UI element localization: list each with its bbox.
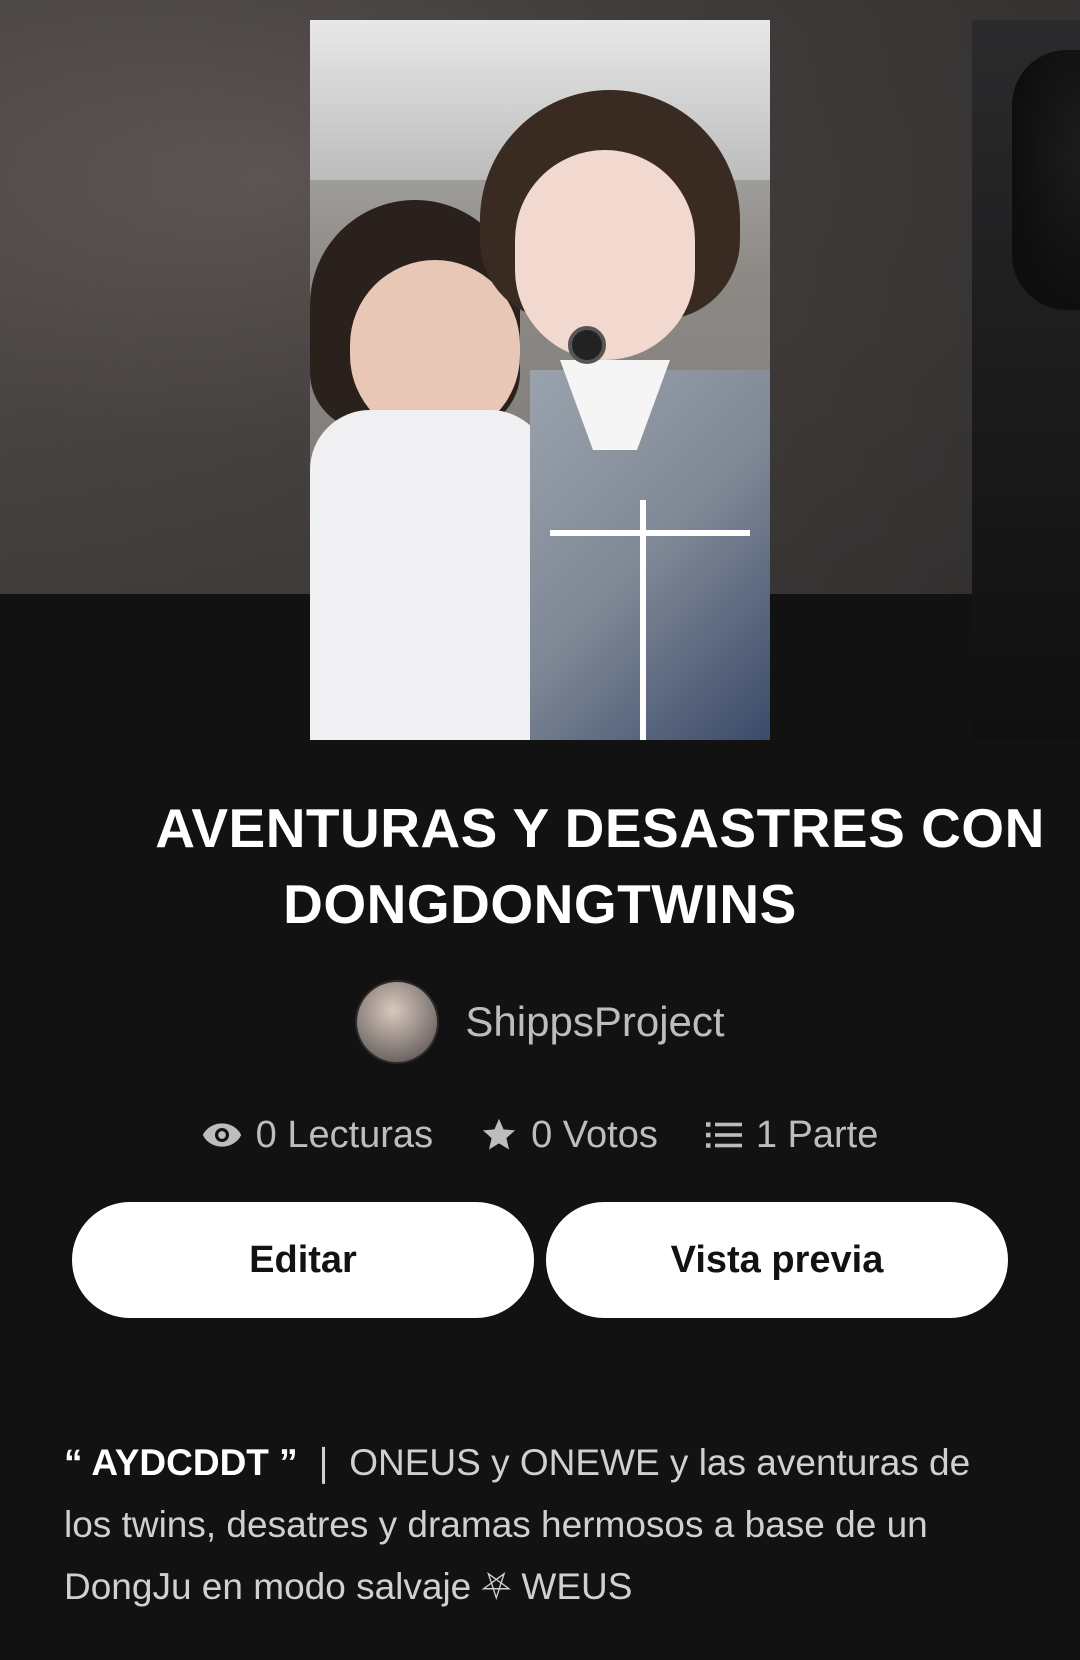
story-title-line-1: AVENTURAS Y DESASTRES CON xyxy=(155,797,1045,859)
eye-icon xyxy=(202,1123,241,1147)
story-description: “ AYDCDDT ” ❘ ONEUS y ONEWE y las aventu… xyxy=(64,1432,1024,1618)
author-name[interactable]: ShippsProject xyxy=(465,998,724,1046)
list-icon xyxy=(705,1122,742,1148)
story-title-line-2: DONGDONGTWINS xyxy=(283,873,797,935)
edit-button[interactable]: Editar xyxy=(72,1202,534,1318)
parts-count: 1 Parte xyxy=(755,1113,879,1156)
story-stats: 0 Lecturas 0 Votos 1 Parte xyxy=(0,1110,1080,1160)
parts-stat: 1 Parte xyxy=(705,1113,879,1157)
next-cover-thumbnail[interactable] xyxy=(972,20,1080,740)
description-tag: “ AYDCDDT ” xyxy=(64,1442,298,1483)
action-buttons: Editar Vista previa xyxy=(72,1202,1008,1318)
reads-count: 0 Lecturas xyxy=(255,1113,434,1156)
reads-stat: 0 Lecturas xyxy=(202,1114,433,1157)
author-row[interactable]: ShippsProject xyxy=(0,980,1080,1064)
votes-count: 0 Votos xyxy=(531,1113,658,1156)
votes-stat: 0 Votos xyxy=(481,1114,658,1157)
star-icon xyxy=(482,1118,516,1150)
author-avatar[interactable] xyxy=(355,980,440,1064)
story-title: AVENTURAS Y DESASTRES CON DONGDONGTWINS xyxy=(0,790,1080,942)
preview-button[interactable]: Vista previa xyxy=(546,1202,1008,1318)
story-cover-image[interactable] xyxy=(310,20,770,740)
